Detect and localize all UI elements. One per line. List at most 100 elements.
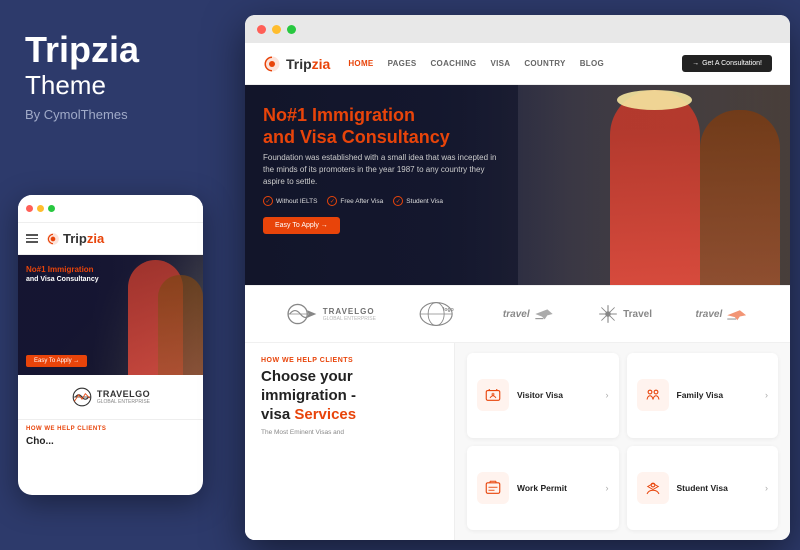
family-visa-info: Family Visa (677, 390, 758, 400)
travel-2-text: Travel (623, 309, 652, 320)
family-visa-icon-box (637, 379, 669, 411)
visitor-visa-icon-box (477, 379, 509, 411)
travelgo-icon-small (71, 386, 93, 408)
family-visa-icon (644, 386, 662, 404)
section-description: The Most Eminent Visas and (261, 428, 438, 438)
nav-link-coaching[interactable]: COACHING (430, 59, 476, 68)
hero-headline: No#1 Immigration and Visa Consultancy (263, 105, 503, 148)
nav-links: HOME PAGES COACHING VISA COUNTRY BLOG (348, 59, 682, 68)
hero-badges: ✓ Without IELTS ✓ Free After Visa ✓ Stud… (263, 196, 503, 206)
work-permit-info: Work Permit (517, 483, 598, 493)
mobile-logo-text: Tripzia (63, 231, 104, 246)
desktop-person-2 (700, 110, 780, 285)
nav-link-visa[interactable]: VISA (490, 59, 510, 68)
mobile-dot-yellow (37, 205, 44, 212)
desktop-person-1 (610, 90, 700, 285)
dt-dot-red[interactable] (257, 25, 266, 34)
visitor-visa-icon (484, 386, 502, 404)
mobile-hero-text: No#1 Immigration and Visa Consultancy (26, 265, 99, 284)
mobile-nav: Tripzia (18, 223, 203, 255)
visa-card-student[interactable]: Student Visa › (627, 446, 779, 531)
logo-travel-1: travel (503, 307, 554, 321)
section-heading: Choose your immigration - visa Services (261, 368, 438, 424)
mobile-mockup: Tripzia No#1 Immigration and Visa Consul… (18, 195, 203, 495)
dt-dot-green[interactable] (287, 25, 296, 34)
mobile-hero: No#1 Immigration and Visa Consultancy Ea… (18, 255, 203, 375)
brand-title: Tripzia (25, 30, 215, 70)
mobile-hero-btn[interactable]: Easy To Apply → (26, 355, 87, 367)
travelgo-text-small: TRAVELGO GLOBAL ENTERPRISE (97, 389, 150, 405)
brand-by: By CymolThemes (25, 107, 215, 122)
mobile-section-title: Cho... (18, 434, 203, 449)
student-visa-info: Student Visa (677, 483, 758, 493)
desktop-mockup: Tripzia HOME PAGES COACHING VISA COUNTRY… (245, 15, 790, 540)
hero-badge-free: ✓ Free After Visa (327, 196, 383, 206)
plane-icon-1 (534, 307, 554, 321)
visa-card-family[interactable]: Family Visa › (627, 353, 779, 438)
travelgo-logo-small: TRAVELGO GLOBAL ENTERPRISE (71, 386, 150, 408)
work-permit-icon-box (477, 472, 509, 504)
brand-subtitle: Theme (25, 70, 215, 101)
visitor-visa-name: Visitor Visa (517, 390, 598, 400)
nav-link-blog[interactable]: BLOG (580, 59, 604, 68)
hamburger-icon[interactable] (26, 234, 38, 243)
mobile-dot-green (48, 205, 55, 212)
nav-link-country[interactable]: COUNTRY (524, 59, 565, 68)
hat-shape (617, 90, 692, 110)
nav-link-pages[interactable]: PAGES (388, 59, 417, 68)
logo-travel-3: travel (696, 307, 749, 321)
person-shape-2 (158, 275, 203, 375)
desktop-nav-logo: Tripzia (263, 55, 330, 73)
travel-star-icon (597, 303, 619, 325)
left-panel: Tripzia Theme By CymolThemes Tripzia (0, 0, 240, 550)
mobile-hero-headline: No#1 Immigration (26, 265, 99, 275)
bottom-left-content: HOW WE HELP CLIENTS Choose your immigrat… (245, 343, 455, 540)
mobile-logo-section: TRAVELGO GLOBAL ENTERPRISE (18, 375, 203, 420)
work-permit-name: Work Permit (517, 483, 598, 493)
desktop-bottom-section: HOW WE HELP CLIENTS Choose your immigrat… (245, 343, 790, 540)
desktop-hero: No#1 Immigration and Visa Consultancy Fo… (245, 85, 790, 285)
nav-logo-icon (263, 55, 281, 73)
travelgo-logo-1-icon (287, 300, 319, 328)
student-visa-icon-box (637, 472, 669, 504)
visitor-visa-arrow: › (606, 390, 609, 400)
check-icon-1: ✓ (263, 196, 273, 206)
plane-icon-2 (726, 307, 748, 321)
svg-text:logo: logo (443, 307, 454, 313)
travelgo-1-text: TRAVELGO (323, 307, 376, 316)
nav-link-home[interactable]: HOME (348, 59, 373, 68)
desktop-nav: Tripzia HOME PAGES COACHING VISA COUNTRY… (245, 43, 790, 85)
check-icon-3: ✓ (393, 196, 403, 206)
hero-badge-student: ✓ Student Visa (393, 196, 443, 206)
dt-dot-yellow[interactable] (272, 25, 281, 34)
logo-travelgo-1: TRAVELGO GLOBAL ENTERPRISE (287, 300, 376, 328)
logo-strip: TRAVELGO GLOBAL ENTERPRISE logo travel (245, 285, 790, 343)
work-permit-icon (484, 479, 502, 497)
desktop-titlebar (245, 15, 790, 43)
logo-travel-2: Travel (597, 303, 652, 325)
section-eyebrow: HOW WE HELP CLIENTS (261, 357, 438, 364)
hero-badge-ielts: ✓ Without IELTS (263, 196, 317, 206)
mobile-titlebar (18, 195, 203, 223)
travellogo-icon: logo (419, 298, 459, 330)
logo-travellogo: logo (419, 298, 459, 330)
hero-description: Foundation was established with a small … (263, 152, 503, 188)
family-visa-arrow: › (765, 390, 768, 400)
student-visa-name: Student Visa (677, 483, 758, 493)
desktop-nav-logo-text: Tripzia (286, 56, 330, 72)
hero-content: No#1 Immigration and Visa Consultancy Fo… (263, 105, 503, 234)
work-permit-arrow: › (606, 483, 609, 493)
mobile-logo-icon (46, 232, 60, 246)
visa-cards-grid: Visitor Visa › Family Visa › (455, 343, 790, 540)
family-visa-name: Family Visa (677, 390, 758, 400)
hero-cta-button[interactable]: Easy To Apply → (263, 217, 340, 234)
mobile-section-label: HOW WE HELP CLIENTS (18, 420, 203, 434)
mobile-dot-red (26, 205, 33, 212)
student-visa-icon (644, 479, 662, 497)
visa-card-work[interactable]: Work Permit › (467, 446, 619, 531)
check-icon-2: ✓ (327, 196, 337, 206)
student-visa-arrow: › (765, 483, 768, 493)
visitor-visa-info: Visitor Visa (517, 390, 598, 400)
nav-cta-button[interactable]: → Get A Consultation! (682, 55, 772, 72)
visa-card-visitor[interactable]: Visitor Visa › (467, 353, 619, 438)
